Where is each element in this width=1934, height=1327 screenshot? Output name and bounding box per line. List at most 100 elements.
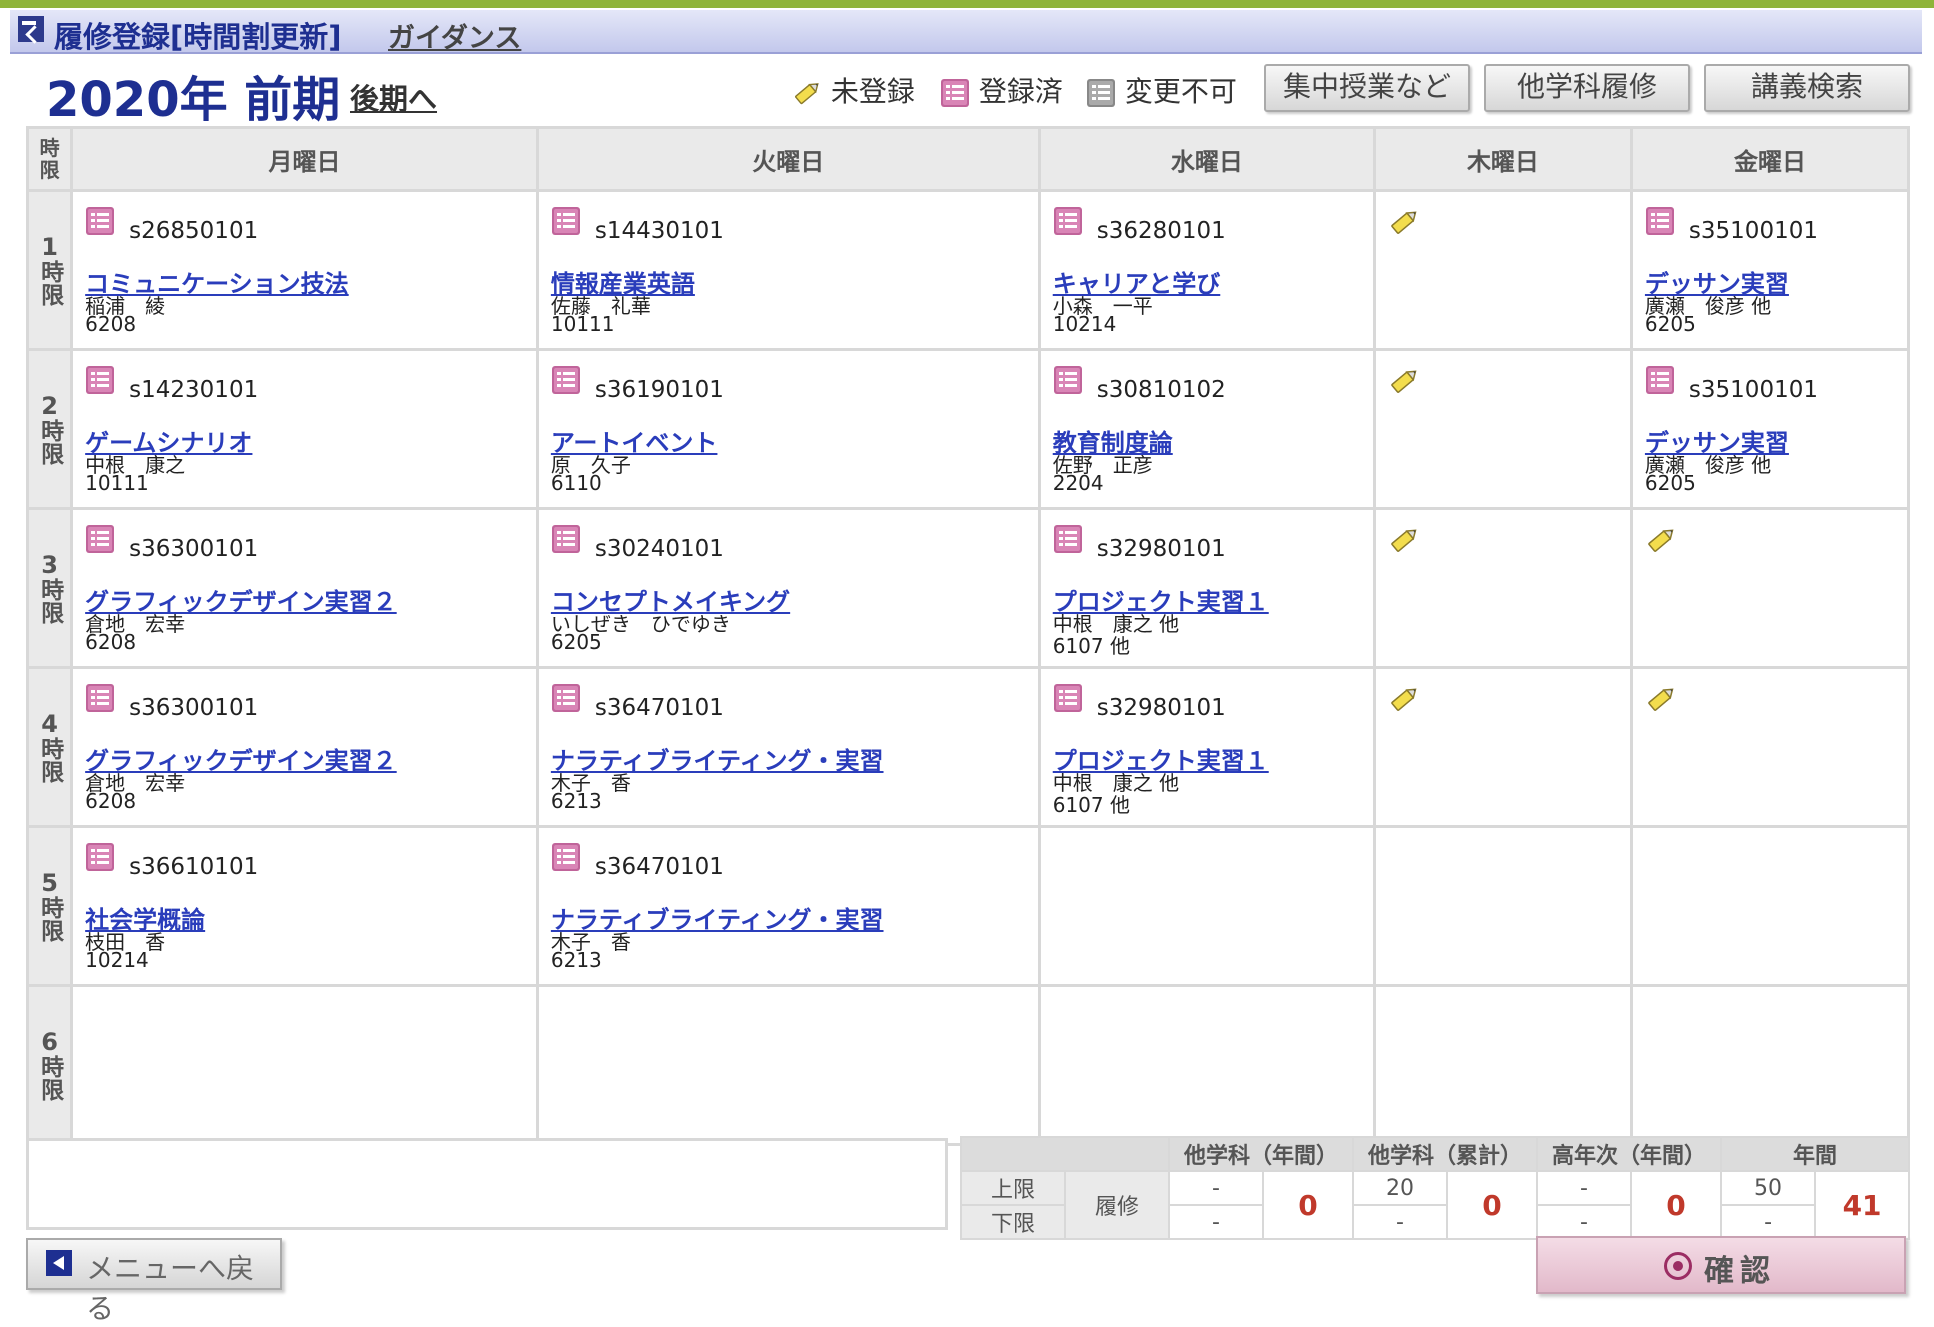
- timetable-cell[interactable]: s32980101 プロジェクト実習１ 中根 康之 他 6107 他: [1037, 666, 1376, 828]
- pencil-icon[interactable]: [1388, 683, 1420, 715]
- top-accent-bar: [0, 0, 1934, 8]
- legend-locked: 変更不可: [1086, 70, 1237, 110]
- course-row-label: 履修: [1064, 1170, 1170, 1240]
- registered-list-icon[interactable]: [1053, 524, 1083, 554]
- limits-header: 高年次（年間）: [1536, 1136, 1723, 1172]
- timetable-cell[interactable]: s36280101 キャリアと学び 小森 一平 10214: [1037, 189, 1376, 351]
- cell-content: s14230101 ゲームシナリオ 中根 康之 10111: [73, 351, 536, 507]
- period-row: 3 時限 s36300101 グラフィックデザイン実習２ 倉地 宏幸 6208 s30240…: [25, 507, 1911, 669]
- course-room: 6208: [85, 312, 137, 336]
- timetable-cell[interactable]: [1629, 507, 1911, 669]
- cell-content: [1376, 192, 1630, 348]
- registered-list-icon[interactable]: [1645, 206, 1675, 236]
- period-unit: 時限: [36, 419, 63, 465]
- cell-content: [1633, 987, 1907, 1143]
- period-label: 3 時限: [25, 507, 74, 669]
- timetable-cell[interactable]: s36300101 グラフィックデザイン実習２ 倉地 宏幸 6208: [70, 507, 539, 669]
- registered-list-icon[interactable]: [85, 683, 115, 713]
- limit-lower: -: [1536, 1204, 1633, 1240]
- other-term-link[interactable]: 後期へ: [350, 76, 437, 118]
- period-number: 2: [41, 392, 58, 420]
- limits-header: 他学科（年間）: [1167, 1136, 1355, 1172]
- limits-corner: [960, 1136, 1170, 1172]
- day-header: 木曜日: [1372, 126, 1633, 192]
- limits-header: 年間: [1720, 1136, 1911, 1172]
- period-number: 6: [41, 1028, 58, 1056]
- cell-content: [1633, 510, 1907, 666]
- timetable-cell[interactable]: s32980101 プロジェクト実習１ 中根 康之 他 6107 他: [1037, 507, 1376, 669]
- timetable-cell[interactable]: s30240101 コンセプトメイキング いしぜき ひでゆき 6205: [535, 507, 1041, 669]
- course-room: 10111: [550, 312, 615, 336]
- timetable-cell[interactable]: [1372, 507, 1633, 669]
- intensive-courses-button[interactable]: 集中授業など: [1264, 64, 1470, 112]
- confirm-label: 確認: [1704, 1254, 1776, 1289]
- timetable-cell[interactable]: [1629, 666, 1911, 828]
- pencil-icon[interactable]: [1645, 524, 1677, 556]
- course-search-button[interactable]: 講義検索: [1704, 64, 1910, 112]
- registered-list-icon[interactable]: [551, 206, 581, 236]
- timetable-cell[interactable]: s14230101 ゲームシナリオ 中根 康之 10111: [70, 348, 539, 510]
- other-dept-button[interactable]: 他学科履修: [1484, 64, 1690, 112]
- timetable-cell[interactable]: [1372, 348, 1633, 510]
- course-room: 10111: [85, 471, 149, 495]
- timetable-cell[interactable]: s30810102 教育制度論 佐野 正彦 2204: [1037, 348, 1376, 510]
- timetable-cell: [1629, 825, 1911, 987]
- registered-list-icon[interactable]: [85, 842, 115, 872]
- pencil-icon[interactable]: [1388, 365, 1420, 397]
- course-room: 6107 他: [1052, 793, 1130, 817]
- timetable-cell[interactable]: s35100101 デッサン実習 廣瀬 俊彦 他 6205: [1629, 348, 1911, 510]
- cell-content: [539, 987, 1038, 1143]
- timetable-cell[interactable]: [1372, 189, 1633, 351]
- back-to-menu-label: メニューへ戻る: [86, 1252, 255, 1325]
- registered-list-icon[interactable]: [1053, 365, 1083, 395]
- timetable-cell: [1372, 984, 1633, 1146]
- period-row: 1 時限 s26850101 コミュニケーション技法 稲浦 綾 6208 s14430101…: [25, 189, 1911, 351]
- cell-content: s14430101 情報産業英語 佐藤 礼華 10111: [539, 192, 1038, 348]
- back-to-menu-button[interactable]: メニューへ戻る: [26, 1238, 282, 1325]
- confirm-button[interactable]: 確認: [1536, 1236, 1906, 1294]
- limit-lower: -: [1168, 1204, 1264, 1240]
- timetable-cell[interactable]: s36610101 社会学概論 枝田 香 10214: [70, 825, 539, 987]
- notes-box: [26, 1138, 948, 1230]
- registered-list-icon[interactable]: [85, 524, 115, 554]
- registered-list-icon: [940, 78, 970, 108]
- guidance-link[interactable]: ガイダンス: [388, 16, 521, 55]
- registered-list-icon[interactable]: [1053, 683, 1083, 713]
- timetable-cell[interactable]: s36300101 グラフィックデザイン実習２ 倉地 宏幸 6208: [70, 666, 539, 828]
- limit-upper: -: [1168, 1170, 1264, 1206]
- course-code: s30240101: [594, 536, 724, 562]
- registered-list-icon[interactable]: [85, 365, 115, 395]
- course-code: s36470101: [594, 854, 724, 880]
- course-code: s36190101: [594, 377, 724, 403]
- timetable-cell[interactable]: s36190101 アートイベント原 久子 6110: [535, 348, 1041, 510]
- timetable-cell[interactable]: s14430101 情報産業英語 佐藤 礼華 10111: [535, 189, 1041, 351]
- registered-list-icon[interactable]: [85, 206, 115, 236]
- pencil-icon[interactable]: [1388, 524, 1420, 556]
- registered-list-icon[interactable]: [551, 842, 581, 872]
- legend-registered-label: 登録済: [978, 75, 1063, 108]
- cell-content: [1376, 510, 1630, 666]
- timetable-cell[interactable]: [1372, 666, 1633, 828]
- limit-upper: 20: [1352, 1170, 1449, 1206]
- day-header: 火曜日: [535, 126, 1041, 192]
- registered-list-icon[interactable]: [551, 683, 581, 713]
- registered-list-icon[interactable]: [551, 365, 581, 395]
- limits-upper-row: 上限 履修 - 0 20 0 - 0 50 41: [960, 1170, 1911, 1240]
- pencil-icon[interactable]: [1388, 206, 1420, 238]
- timetable-cell[interactable]: s26850101 コミュニケーション技法 稲浦 綾 6208: [70, 189, 539, 351]
- timetable-cell[interactable]: s36470101 ナラティブライティング・実習 木子 香 6213: [535, 666, 1041, 828]
- limits-header-row: 他学科（年間） 他学科（累計） 高年次（年間） 年間: [960, 1136, 1911, 1172]
- timetable-cell[interactable]: s36470101 ナラティブライティング・実習 木子 香 6213: [535, 825, 1041, 987]
- cell-content: [1376, 828, 1630, 984]
- credit-limits-table: 他学科（年間） 他学科（累計） 高年次（年間） 年間 上限 履修 - 0 20 …: [960, 1136, 1911, 1240]
- course-room: 6208: [85, 789, 137, 813]
- timetable-cell[interactable]: s35100101 デッサン実習 廣瀬 俊彦 他 6205: [1629, 189, 1911, 351]
- limit-upper: -: [1536, 1170, 1633, 1206]
- registered-list-icon[interactable]: [551, 524, 581, 554]
- pencil-icon[interactable]: [1645, 683, 1677, 715]
- limit-lower: -: [1352, 1204, 1449, 1240]
- registered-list-icon[interactable]: [1053, 206, 1083, 236]
- course-room: 2204: [1052, 471, 1104, 495]
- registered-list-icon[interactable]: [1645, 365, 1675, 395]
- period-number: 3: [41, 551, 58, 579]
